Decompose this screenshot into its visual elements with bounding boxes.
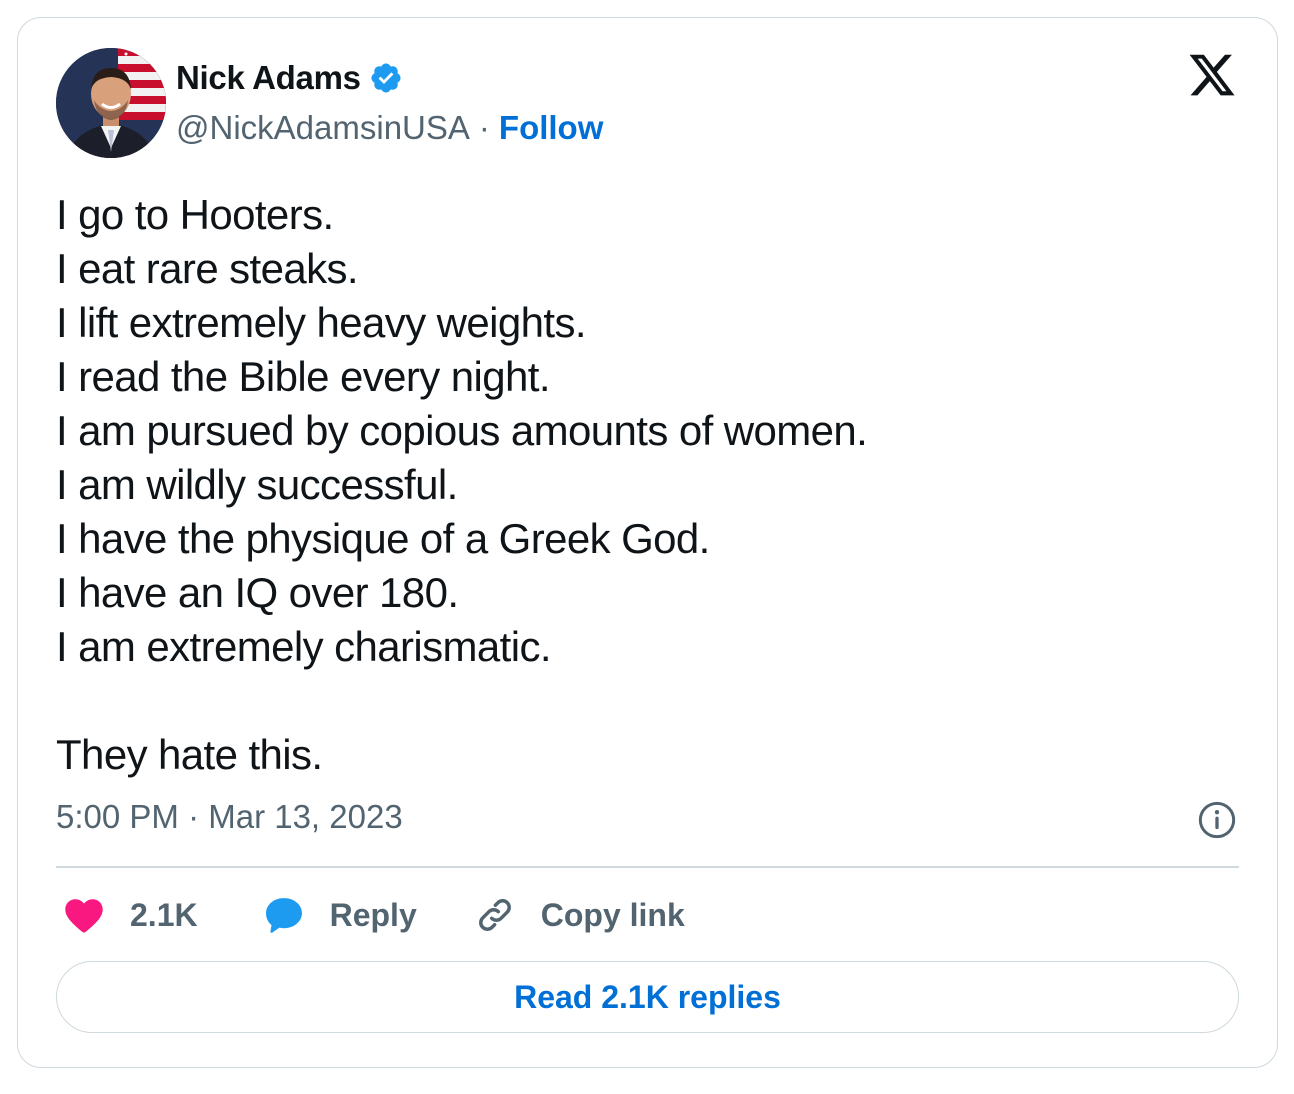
reply-button[interactable]: Reply: [262, 893, 417, 937]
tweet-actions: 2.1K Reply Copy link: [62, 890, 685, 940]
x-logo-icon[interactable]: [1187, 50, 1237, 100]
tweet-closing-line: They hate this.: [56, 731, 323, 778]
tweet-timestamp[interactable]: 5:00 PM · Mar 13, 2023: [56, 798, 403, 836]
separator-dot: ·: [478, 109, 490, 146]
tweet-line: I read the Bible every night.: [56, 353, 551, 400]
reply-label: Reply: [329, 896, 417, 933]
link-icon: [478, 899, 511, 931]
tweet-text: I go to Hooters. I eat rare steaks. I li…: [56, 188, 1236, 782]
tweet-line: I have the physique of a Greek God.: [56, 515, 710, 562]
info-icon[interactable]: [1197, 800, 1237, 840]
tweet-line: I go to Hooters.: [56, 191, 334, 238]
copy-link-button[interactable]: Copy link: [473, 893, 685, 937]
tweet-line: I am wildly successful.: [56, 461, 458, 508]
follow-button[interactable]: Follow: [499, 109, 603, 147]
author-name[interactable]: Nick Adams: [176, 59, 361, 97]
tweet-line: I am pursued by copious amounts of women…: [56, 407, 868, 454]
avatar[interactable]: [56, 48, 166, 158]
read-replies-button[interactable]: Read 2.1K replies: [56, 961, 1239, 1033]
author-handle[interactable]: @NickAdamsinUSA: [176, 109, 470, 147]
like-count: 2.1K: [130, 896, 198, 933]
tweet-line: I am extremely charismatic.: [56, 623, 552, 670]
tweet-line: I lift extremely heavy weights.: [56, 299, 587, 346]
tweet-line: I eat rare steaks.: [56, 245, 359, 292]
author-handle-row: @NickAdamsinUSA · Follow: [176, 106, 603, 150]
author-name-row: Nick Adams: [176, 56, 403, 100]
like-button[interactable]: 2.1K: [62, 893, 198, 937]
copy-link-label: Copy link: [540, 896, 685, 933]
read-replies-label: Read 2.1K replies: [514, 978, 781, 1015]
heart-icon: [65, 899, 103, 933]
speech-bubble-icon: [265, 898, 302, 933]
divider: [56, 866, 1239, 868]
verified-badge-icon: [371, 63, 401, 93]
tweet-line: I have an IQ over 180.: [56, 569, 459, 616]
tweet-embed-card: Nick Adams @NickAdamsinUSA · Follow I go…: [17, 17, 1278, 1068]
